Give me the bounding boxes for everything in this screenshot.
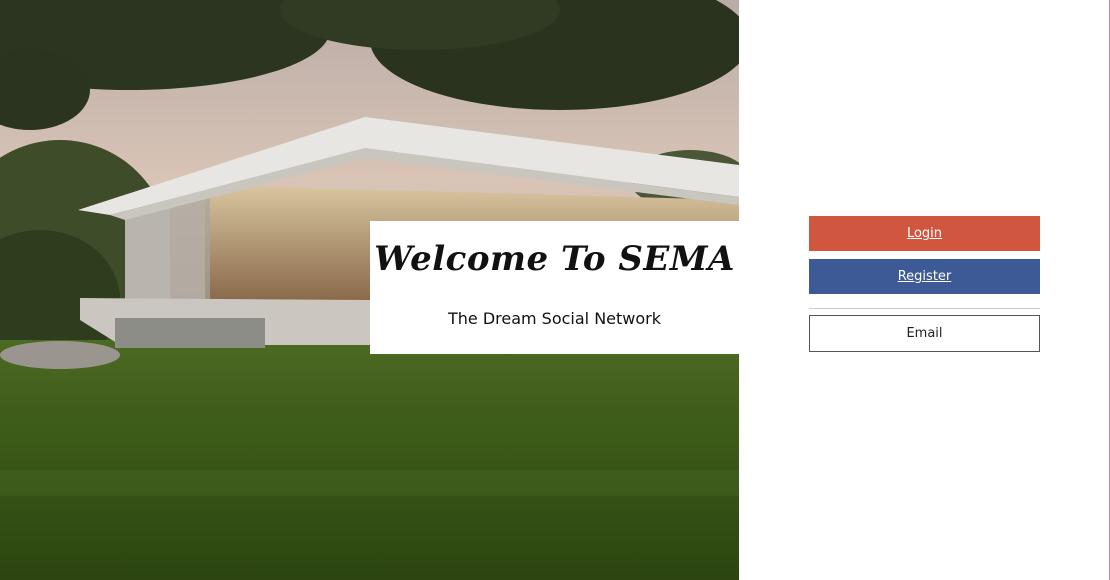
welcome-card: Welcome To SEMA The Dream Social Network (370, 221, 739, 354)
login-button[interactable]: Login (809, 216, 1040, 251)
divider (809, 308, 1040, 309)
hero-background-image: Welcome To SEMA The Dream Social Network (0, 0, 739, 580)
welcome-title: Welcome To SEMA (374, 239, 735, 279)
auth-panel: Login Register Email (739, 0, 1110, 580)
welcome-subtitle: The Dream Social Network (447, 309, 662, 328)
email-button[interactable]: Email (809, 315, 1040, 352)
register-button[interactable]: Register (809, 259, 1040, 294)
